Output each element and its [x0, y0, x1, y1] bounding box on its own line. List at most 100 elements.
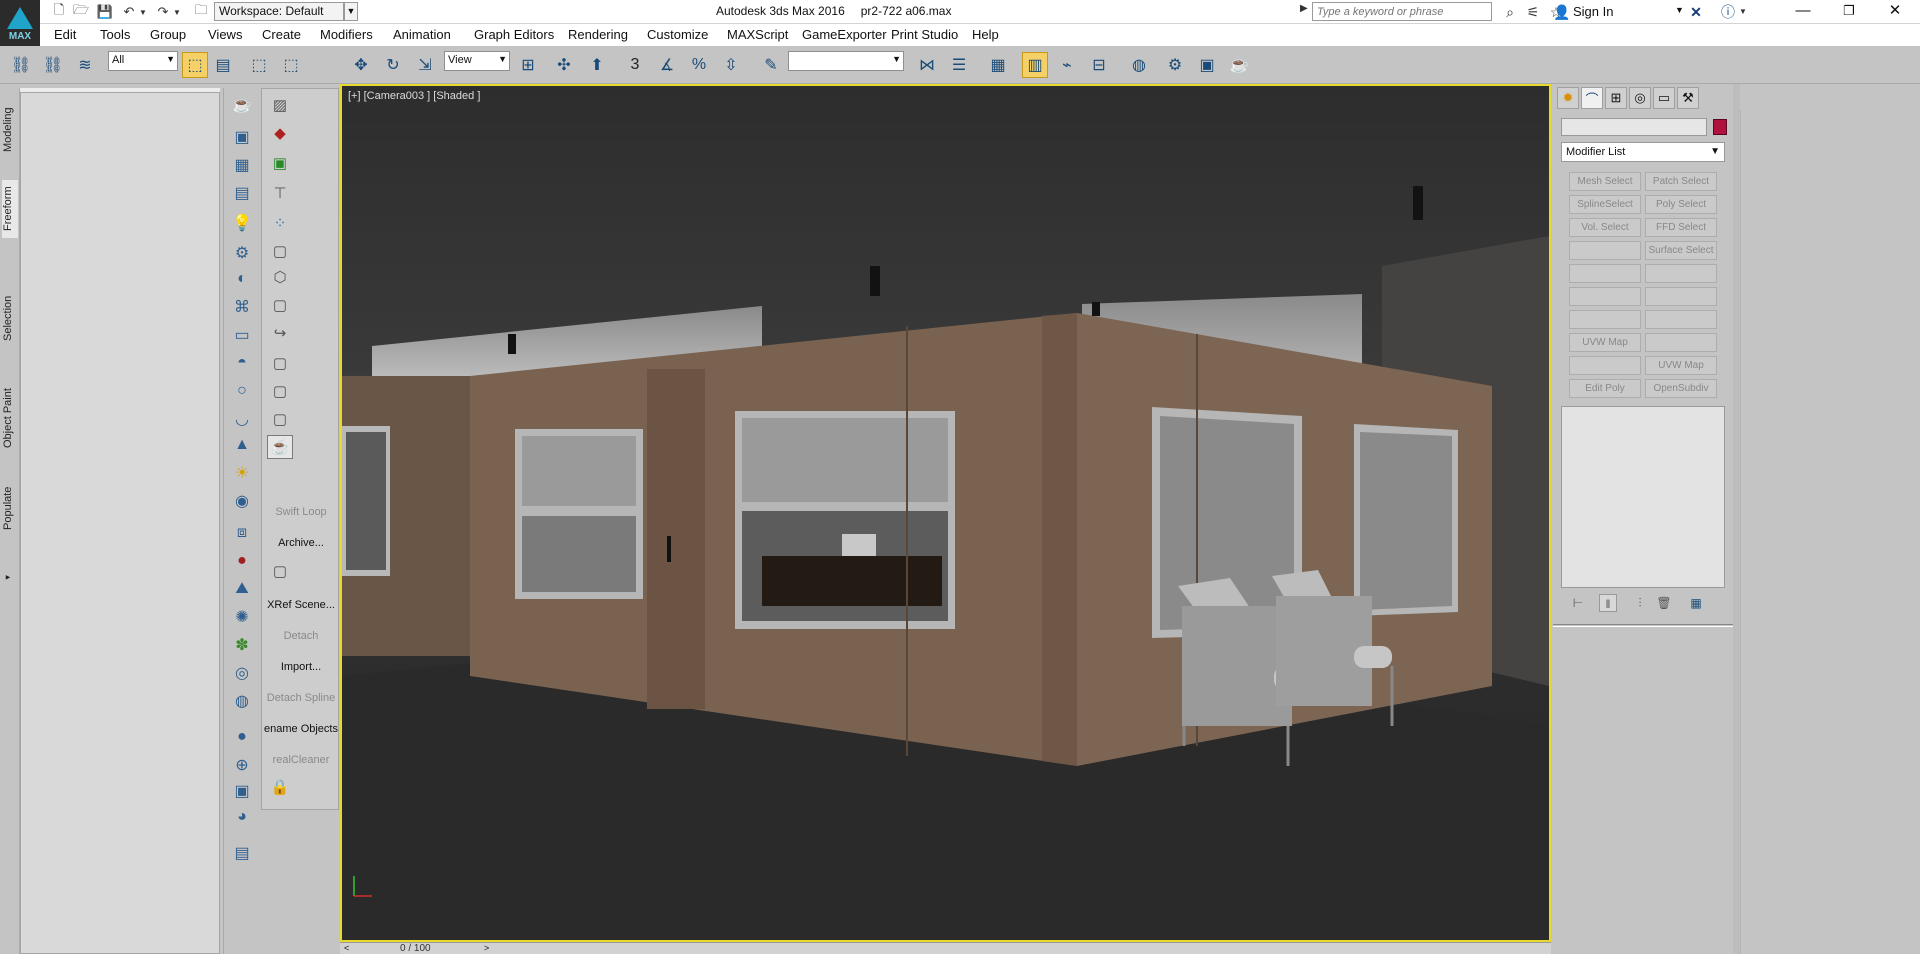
- app-menu-button[interactable]: MAX: [0, 0, 40, 46]
- cube-small-icon[interactable]: ▢: [267, 559, 293, 583]
- show-end-result-icon[interactable]: ‖: [1599, 594, 1617, 612]
- xref-scene-button[interactable]: XRef Scene...: [262, 599, 340, 611]
- menu-maxscript[interactable]: MAXScript: [727, 27, 788, 42]
- empty-modifier-button[interactable]: [1569, 310, 1641, 329]
- calculator-icon[interactable]: ▦: [229, 152, 255, 178]
- motion-tab-icon[interactable]: ◎: [1629, 87, 1651, 109]
- ribbon-tab-populate[interactable]: Populate: [2, 478, 18, 538]
- rectangular-selection-icon[interactable]: ⬚: [246, 52, 272, 78]
- named-selection-sets-dropdown[interactable]: ▼: [788, 51, 904, 71]
- pin-stack-icon[interactable]: ⊢: [1569, 594, 1587, 612]
- cube-add-icon[interactable]: ▢: [267, 379, 293, 403]
- modifier-list-dropdown[interactable]: Modifier List ▼: [1561, 142, 1725, 162]
- lock-icon[interactable]: 🔒: [267, 775, 293, 799]
- cube-outline-icon[interactable]: ▢: [267, 239, 293, 263]
- open-file-icon[interactable]: 🗁: [72, 2, 90, 21]
- detach-spline-button[interactable]: Detach Spline: [262, 692, 340, 704]
- restore-button[interactable]: ❐: [1826, 0, 1872, 24]
- workspace-select[interactable]: Workspace: Default: [214, 2, 344, 21]
- empty-modifier-button[interactable]: [1645, 264, 1717, 283]
- render-region-icon[interactable]: ▣: [229, 778, 255, 804]
- curve-editor-icon[interactable]: ⌁: [1054, 52, 1080, 78]
- menu-modifiers[interactable]: Modifiers: [320, 27, 373, 42]
- align-icon[interactable]: ☰: [946, 52, 972, 78]
- menu-views[interactable]: Views: [208, 27, 242, 42]
- particles-icon[interactable]: ⁘: [267, 211, 293, 235]
- modify-tab-icon[interactable]: ⌒: [1581, 87, 1603, 109]
- menu-edit[interactable]: Edit: [54, 27, 76, 42]
- select-object-icon[interactable]: ⬚: [182, 52, 208, 78]
- window-crossing-icon[interactable]: ⬚: [278, 52, 304, 78]
- gem-icon[interactable]: ◆: [267, 121, 293, 145]
- menu-gameexporter[interactable]: GameExporter: [802, 27, 887, 42]
- import-button[interactable]: Import...: [262, 661, 340, 673]
- select-and-link-icon[interactable]: ⛓: [8, 52, 34, 78]
- selection-filter-dropdown[interactable]: All ▼: [108, 51, 178, 71]
- material-editor-icon[interactable]: ◍: [1126, 52, 1152, 78]
- make-unique-icon[interactable]: ⫶: [1631, 594, 1649, 612]
- viewport-label[interactable]: [+] [Camera003 ] [Shaded ]: [348, 90, 480, 102]
- sun-icon[interactable]: ☀: [229, 460, 255, 486]
- cube-edit-icon[interactable]: ▢: [267, 407, 293, 431]
- plane-icon[interactable]: ▭: [229, 322, 255, 348]
- bind-to-space-warp-icon[interactable]: ≋: [72, 52, 98, 78]
- create-tab-icon[interactable]: ✹: [1557, 87, 1579, 109]
- time-slider[interactable]: < 0 / 100 >: [340, 942, 1551, 954]
- table-grid-icon[interactable]: ▤: [229, 180, 255, 206]
- scene-explorer-icon[interactable]: ▦: [985, 52, 1011, 78]
- edit-poly-button[interactable]: Edit Poly: [1569, 379, 1641, 398]
- bowl-icon[interactable]: ◡: [229, 406, 255, 432]
- panel-splitter[interactable]: [1733, 84, 1740, 954]
- search-input[interactable]: [1312, 2, 1492, 21]
- vol-select-button[interactable]: Vol. Select: [1569, 218, 1641, 237]
- help-dropdown-icon[interactable]: ▼: [1738, 3, 1748, 21]
- empty-modifier-button[interactable]: [1645, 287, 1717, 306]
- undo-icon[interactable]: ↶: [120, 3, 138, 21]
- patch-select-button[interactable]: Patch Select: [1645, 172, 1717, 191]
- empty-modifier-button[interactable]: [1569, 241, 1641, 260]
- hierarchy-tab-icon[interactable]: ⊞: [1605, 87, 1627, 109]
- angle-snap-icon[interactable]: ∡: [654, 52, 680, 78]
- opensubdiv-button[interactable]: OpenSubdiv: [1645, 379, 1717, 398]
- reference-coordinate-dropdown[interactable]: View ▼: [444, 51, 510, 71]
- detach-button[interactable]: Detach: [262, 630, 340, 642]
- ribbon-tab-freeform[interactable]: Freeform: [2, 180, 18, 238]
- help-icon[interactable]: ⓘ: [1718, 3, 1738, 21]
- exchange-apps-icon[interactable]: ✕: [1686, 3, 1706, 21]
- rename-objects-button[interactable]: ename Objects: [262, 723, 340, 735]
- configure-modifier-sets-icon[interactable]: ▦: [1687, 594, 1705, 612]
- time-next-icon[interactable]: >: [484, 943, 489, 953]
- utilities-tab-icon[interactable]: ⚒: [1677, 87, 1699, 109]
- terminal-icon[interactable]: ▣: [267, 151, 293, 175]
- mountain-icon[interactable]: ⛰: [229, 576, 255, 602]
- menu-group[interactable]: Group: [150, 27, 186, 42]
- cube-fold-icon[interactable]: ▢: [267, 293, 293, 317]
- globe-arrow-icon[interactable]: ⊕: [229, 752, 255, 778]
- select-and-scale-icon[interactable]: ⇲: [412, 52, 438, 78]
- render-camera-icon[interactable]: ⌘: [229, 294, 255, 320]
- script-icon[interactable]: ▤: [229, 840, 255, 866]
- geometry-grid-icon[interactable]: ⧈: [229, 520, 255, 546]
- menu-graph-editors[interactable]: Graph Editors: [474, 27, 554, 42]
- surface-select-button[interactable]: Surface Select: [1645, 241, 1717, 260]
- uvw-map-button-2[interactable]: UVW Map: [1645, 356, 1717, 375]
- menu-help[interactable]: Help: [972, 27, 999, 42]
- object-name-field[interactable]: [1561, 118, 1707, 136]
- select-manipulate-icon[interactable]: ✣: [551, 52, 577, 78]
- ribbon-tab-object-paint[interactable]: Object Paint: [2, 378, 18, 458]
- cone-icon[interactable]: ▲: [229, 432, 255, 458]
- menu-tools[interactable]: Tools: [100, 27, 130, 42]
- ribbon-expand-icon[interactable]: ◂: [2, 570, 18, 584]
- ffd-select-button[interactable]: FFD Select: [1645, 218, 1717, 237]
- menu-print-studio[interactable]: Print Studio: [891, 27, 958, 42]
- select-by-name-icon[interactable]: ▤: [210, 52, 236, 78]
- close-window-button[interactable]: ✕: [1872, 0, 1918, 24]
- sphere-shade-icon[interactable]: ◐: [229, 266, 255, 292]
- undo-dropdown-icon[interactable]: ▼: [138, 3, 148, 21]
- realcleaner-button[interactable]: realCleaner: [262, 754, 340, 766]
- mirror-icon[interactable]: ⋈: [914, 52, 940, 78]
- keyboard-shortcut-override-icon[interactable]: ⬆: [584, 52, 610, 78]
- poly-select-button[interactable]: Poly Select: [1645, 195, 1717, 214]
- menu-customize[interactable]: Customize: [647, 27, 708, 42]
- joint-icon[interactable]: ●: [229, 548, 255, 574]
